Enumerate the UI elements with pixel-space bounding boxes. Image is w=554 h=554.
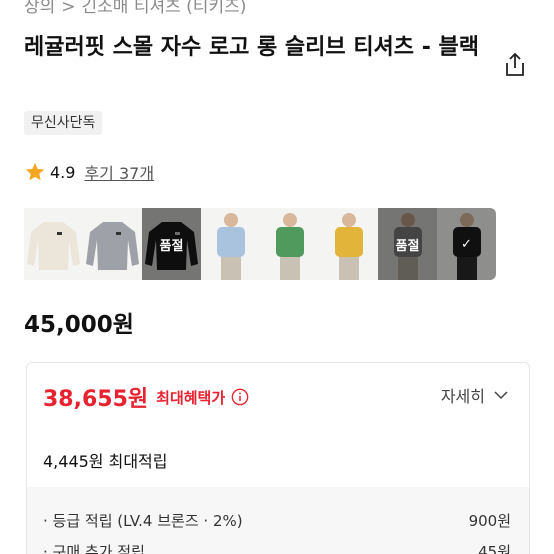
breadcrumb-item-subcategory[interactable]: 긴소매 티셔츠 (티키즈) xyxy=(82,0,247,17)
max-benefit-label: 최대혜택가 xyxy=(156,388,226,407)
share-icon[interactable] xyxy=(503,52,527,78)
points-row-value: 900원 xyxy=(468,512,511,530)
points-row-label: · 구매 추가 적립 xyxy=(43,543,145,554)
points-row-value: 45원 xyxy=(478,543,511,554)
color-thumbnail-black-model[interactable]: ✓ xyxy=(437,208,496,280)
color-thumbnail-yellow[interactable] xyxy=(319,208,378,280)
product-price: 45,000원 xyxy=(24,312,134,338)
color-thumbnail-skyblue[interactable] xyxy=(201,208,260,280)
points-row: · 등급 적립 (LV.4 브론즈 · 2%) 900원 xyxy=(43,510,511,531)
breadcrumb-separator-icon: > xyxy=(61,0,76,17)
product-title: 레귤러핏 스몰 자수 로고 롱 슬리브 티셔츠 - 블랙 xyxy=(24,35,479,60)
info-icon[interactable] xyxy=(231,388,249,406)
details-label: 자세히 xyxy=(440,387,485,406)
color-thumbnail-black[interactable]: 품절 xyxy=(142,208,201,280)
points-row: · 구매 추가 적립 45원 xyxy=(43,541,511,554)
reviews-link[interactable]: 후기 37개 xyxy=(84,160,154,184)
color-thumbnail-gray[interactable] xyxy=(83,208,142,280)
check-icon: ✓ xyxy=(437,208,496,280)
max-benefit-price: 38,655원 xyxy=(43,387,149,412)
color-thumbnails: 품절 품절 ✓ xyxy=(24,208,496,280)
points-max: 4,445원 최대적립 xyxy=(43,452,168,471)
color-thumbnail-green[interactable] xyxy=(260,208,319,280)
chevron-down-icon xyxy=(494,391,508,400)
breadcrumb: 상의 > 긴소매 티셔츠 (티키즈) xyxy=(24,0,246,17)
details-button[interactable]: 자세히 xyxy=(441,383,509,407)
star-icon xyxy=(25,162,45,181)
thumbnail-image xyxy=(276,213,304,280)
sold-out-label: 품절 xyxy=(378,208,437,280)
thumbnail-image xyxy=(217,213,245,280)
rating-score: 4.9 xyxy=(50,162,76,182)
color-thumbnail-gray-model[interactable]: 품절 xyxy=(378,208,437,280)
sold-out-label: 품절 xyxy=(142,208,201,280)
points-row-label: · 등급 적립 (LV.4 브론즈 · 2%) xyxy=(43,512,243,530)
brand-badge[interactable]: 무신사단독 xyxy=(24,111,103,135)
thumbnail-image xyxy=(335,213,363,280)
color-thumbnail-cream[interactable] xyxy=(24,208,83,280)
breadcrumb-item-category[interactable]: 상의 xyxy=(24,0,55,17)
thumbnail-image xyxy=(86,222,139,270)
benefit-box: 38,655원 최대혜택가 자세히 4,445원 최대적립 · 등급 적립 (L… xyxy=(26,362,530,554)
thumbnail-image xyxy=(27,222,80,270)
rating-row: 4.9 후기 37개 xyxy=(24,160,154,184)
